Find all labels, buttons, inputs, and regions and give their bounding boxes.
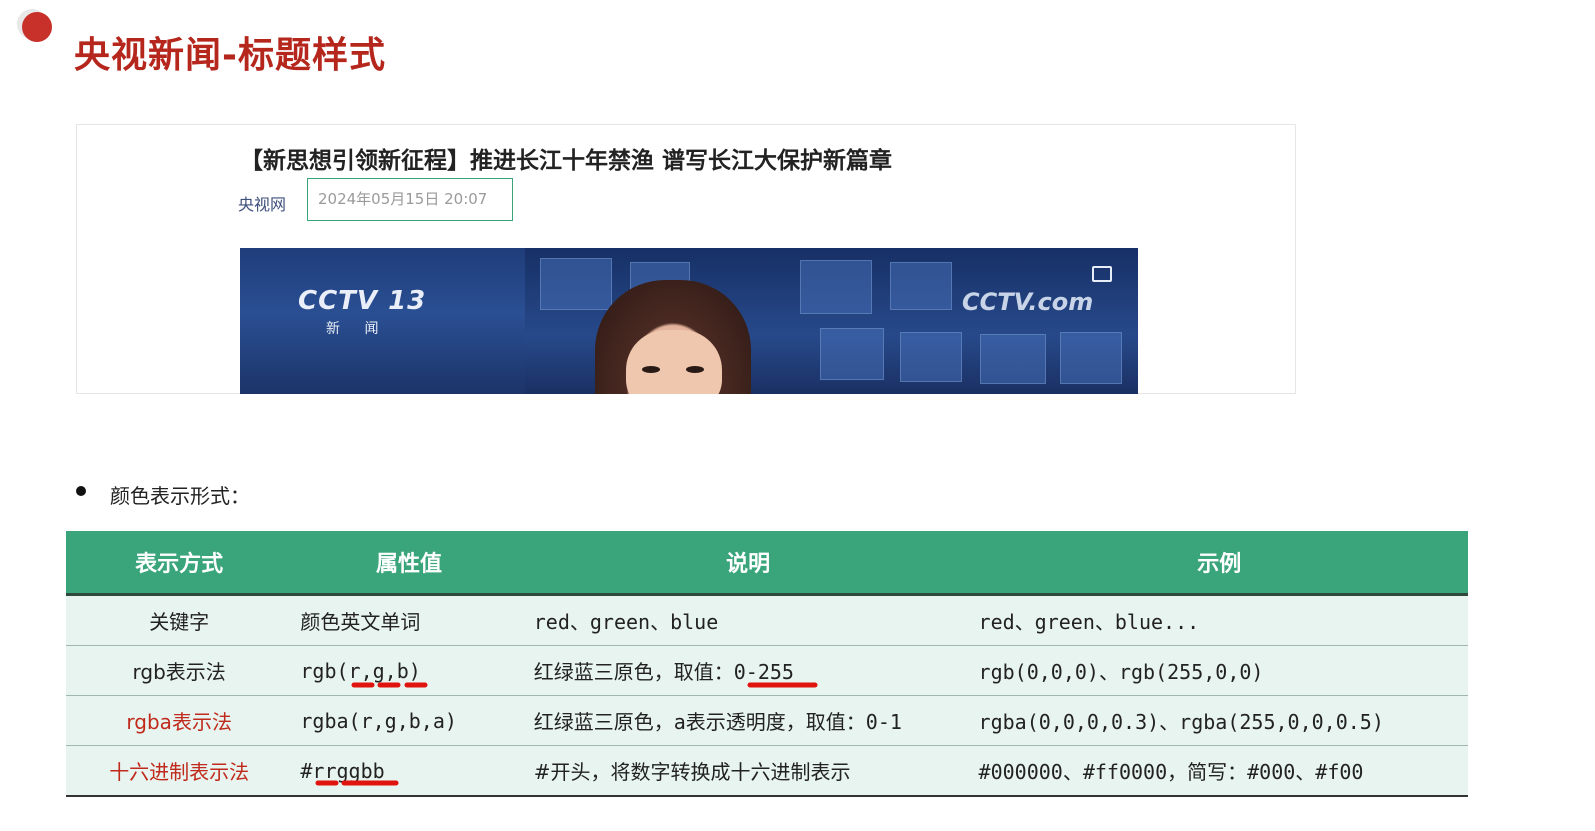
cell-value: 颜色英文单词 [292,594,526,646]
cell-example: rgb(0,0,0)、rgb(255,0,0) [970,645,1468,696]
cctv13-logo-sub: 新 闻 [326,321,389,337]
cell-value: rgb(r,g,b) [292,645,526,696]
fullscreen-icon[interactable] [1092,266,1112,282]
header-desc: 说明 [525,531,971,596]
cell-desc: red、green、blue [525,594,971,646]
logo-dot-icon [22,12,52,42]
cell-method: rgb表示法 [66,645,293,696]
slide-title: 央视新闻-标题样式 [74,35,386,76]
studio-screen [900,332,962,382]
header-method: 表示方式 [66,531,293,596]
cell-value: #rrggbb [292,745,526,797]
cctv-com-logo: CCTV.com [962,288,1094,316]
header-example: 示例 [970,531,1468,596]
cctv13-logo: CCTV 13 新 闻 [298,286,426,338]
table-row: rgba表示法 rgba(r,g,b,a) 红绿蓝三原色，a表示透明度，取值：0… [66,695,1468,746]
studio-screen [1060,332,1122,384]
news-video-thumbnail[interactable]: CCTV 13 新 闻 CCTV.com [240,248,1138,394]
anchor-face [626,330,722,394]
color-format-table: 表示方式 属性值 说明 示例 关键字 颜色英文单词 red、green、blue… [66,531,1468,797]
studio-screen [820,328,884,380]
cell-method: rgba表示法 [66,695,293,746]
cell-desc: 红绿蓝三原色，a表示透明度，取值：0-1 [525,695,971,746]
cell-method: 十六进制表示法 [66,745,293,797]
anchor-eye [686,366,704,373]
cell-method: 关键字 [66,594,293,646]
table-row: 十六进制表示法 #rrggbb #开头，将数字转换成十六进制表示 #000000… [66,745,1468,797]
cell-example: red、green、blue... [970,594,1468,646]
studio-screen [980,334,1046,384]
bullet-text: 颜色表示形式： [110,484,250,508]
news-date-box: 2024年05月15日 20:07 [307,178,513,221]
anchor-eye [642,366,660,373]
news-headline[interactable]: 【新思想引领新征程】推进长江十年禁渔 谱写长江大保护新篇章 [240,141,892,175]
bullet-dot-icon [76,486,86,496]
table-header-row: 表示方式 属性值 说明 示例 [66,531,1468,596]
news-source[interactable]: 央视网 [238,191,286,215]
header-value: 属性值 [292,531,526,596]
cell-example: #000000、#ff0000，简写：#000、#f00 [970,745,1468,797]
cell-example: rgba(0,0,0,0.3)、rgba(255,0,0,0.5) [970,695,1468,746]
cell-desc: #开头，将数字转换成十六进制表示 [525,745,971,797]
studio-screen [540,258,612,310]
table-row: 关键字 颜色英文单词 red、green、blue red、green、blue… [66,594,1468,646]
table-row: rgb表示法 rgb(r,g,b) 红绿蓝三原色，取值：0-255 rgb(0,… [66,645,1468,696]
cctv13-logo-text: CCTV 13 [298,286,427,316]
cell-desc: 红绿蓝三原色，取值：0-255 [525,645,971,696]
cell-value: rgba(r,g,b,a) [292,695,526,746]
studio-screen [800,260,872,314]
studio-screen [890,262,952,310]
